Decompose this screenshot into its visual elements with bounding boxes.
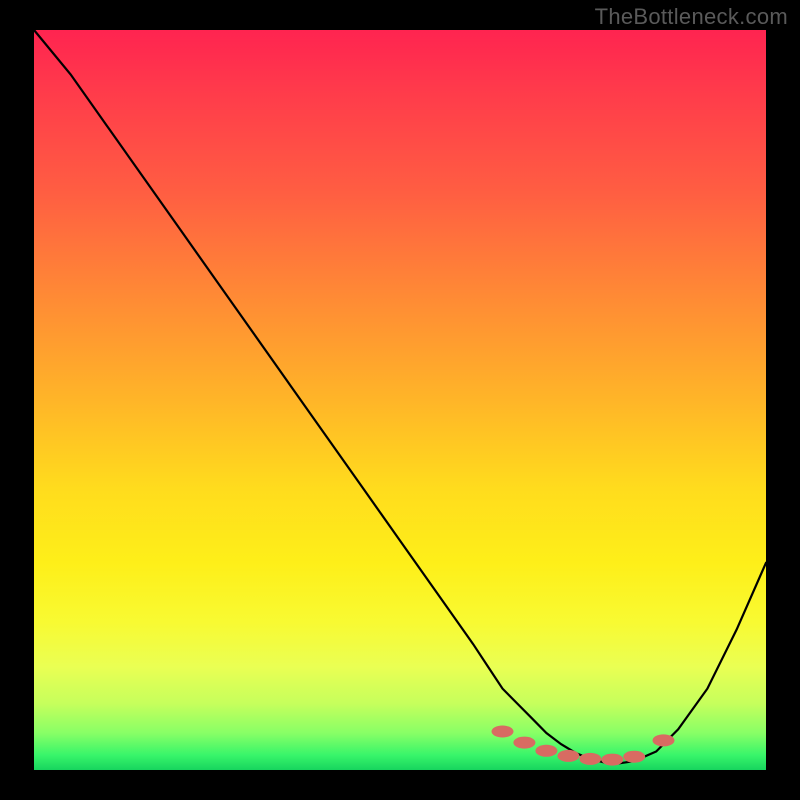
marker-dot	[653, 734, 675, 746]
plot-area	[34, 30, 766, 770]
marker-dot	[601, 754, 623, 766]
marker-dot	[535, 745, 557, 757]
marker-dot	[513, 737, 535, 749]
marker-dot	[579, 753, 601, 765]
marker-dot	[623, 751, 645, 763]
bottleneck-curve	[34, 30, 766, 763]
optimal-range-markers	[492, 726, 675, 766]
chart-frame: TheBottleneck.com	[0, 0, 800, 800]
marker-dot	[492, 726, 514, 738]
curve-svg	[34, 30, 766, 770]
watermark-label: TheBottleneck.com	[595, 4, 788, 30]
marker-dot	[557, 750, 579, 762]
